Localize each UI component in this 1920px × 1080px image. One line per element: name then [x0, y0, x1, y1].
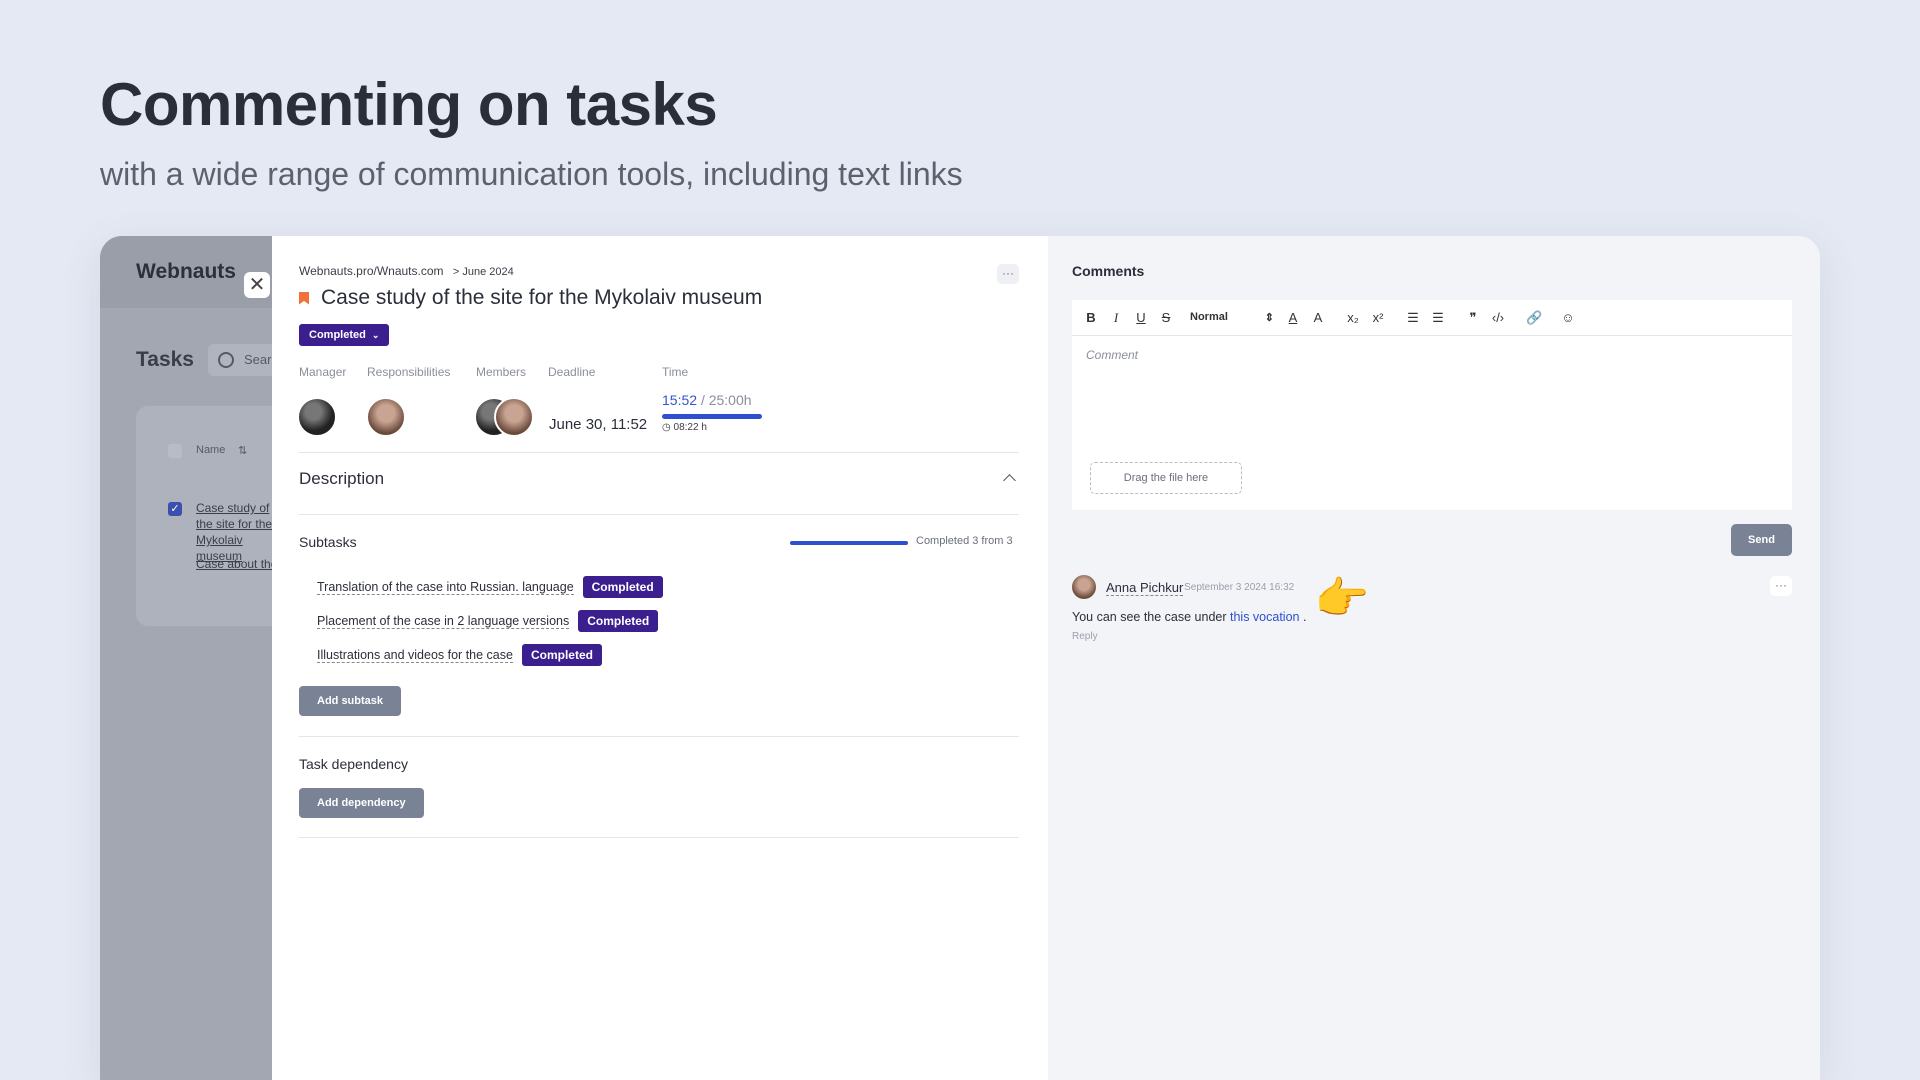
status-badge[interactable]: Completed	[582, 576, 663, 598]
dependency-title: Task dependency	[299, 756, 408, 772]
status-badge[interactable]: Completed	[521, 644, 602, 666]
breadcrumb-project[interactable]: Webnauts.pro/Wnauts.com	[299, 264, 444, 278]
comment-more-button[interactable]: ···	[1770, 576, 1792, 596]
table-row[interactable]: Case about the	[196, 556, 272, 572]
app-window: Webnauts Tasks Search Name ⇅ ✓ Case stud…	[100, 236, 1820, 1080]
subtask-label[interactable]: Translation of the case into Russian. la…	[317, 580, 574, 595]
divider	[299, 452, 1019, 453]
manager-label: Manager	[299, 365, 347, 379]
avatar[interactable]	[1072, 575, 1096, 599]
pointing-hand-icon: 👈	[1316, 574, 1371, 623]
send-button[interactable]: Send	[1731, 524, 1792, 556]
subtasks-progress: Completed 3 from 3	[916, 535, 1013, 547]
quote-icon[interactable]: ❞	[1466, 310, 1480, 326]
code-icon[interactable]: ‹/›	[1491, 310, 1505, 325]
status-label: Completed	[309, 329, 366, 341]
search-placeholder: Search	[244, 352, 272, 367]
divider	[299, 837, 1019, 838]
text-format-select[interactable]: Normal ⇕	[1190, 311, 1274, 324]
subtasks-progress-bar	[790, 541, 908, 545]
emoji-icon[interactable]: ☺	[1561, 310, 1575, 325]
manager-avatar[interactable]	[297, 397, 337, 437]
tasks-heading: Tasks	[136, 348, 194, 371]
highlight-icon[interactable]: A	[1311, 310, 1325, 325]
breadcrumb-date[interactable]: > June 2024	[453, 266, 514, 278]
ordered-list-icon[interactable]: ☰	[1406, 310, 1420, 326]
bookmark-icon[interactable]	[299, 291, 309, 305]
reply-link[interactable]: Reply	[1072, 631, 1098, 642]
breadcrumb: Webnauts.pro/Wnauts.com > June 2024	[299, 264, 514, 278]
table-row[interactable]: Case study of the site for the Mykolaiv …	[196, 500, 272, 564]
deadline-value[interactable]: June 30, 11:52	[549, 416, 647, 433]
task-panel: Webnauts.pro/Wnauts.com > June 2024 ··· …	[272, 236, 1048, 1080]
responsible-avatar[interactable]	[366, 397, 406, 437]
deadline-label: Deadline	[548, 365, 596, 379]
subtask-item[interactable]: Translation of the case into Russian. la…	[317, 576, 663, 598]
text-color-icon[interactable]: A	[1286, 310, 1300, 325]
background-app: Webnauts Tasks Search Name ⇅ ✓ Case stud…	[100, 236, 272, 1080]
select-all-checkbox[interactable]	[168, 444, 182, 458]
subtask-item[interactable]: Illustrations and videos for the case Co…	[317, 644, 602, 666]
file-dropzone[interactable]: Drag the file here	[1090, 462, 1242, 494]
time-tracked: ◷ 08:22 h	[662, 422, 707, 433]
row-checkbox[interactable]: ✓	[168, 502, 182, 516]
comments-title: Comments	[1072, 263, 1145, 279]
comment-text: You can see the case under this vocation…	[1072, 610, 1307, 624]
link-icon[interactable]: 🔗	[1526, 310, 1542, 326]
comments-panel: Comments B I U S Normal ⇕ A A x₂ x² ☰ ☰ ❞…	[1048, 236, 1820, 1080]
responsibilities-label: Responsibilities	[367, 365, 451, 379]
close-icon[interactable]: ✕	[244, 272, 270, 298]
underline-icon[interactable]: U	[1134, 310, 1148, 325]
subtask-label[interactable]: Illustrations and videos for the case	[317, 648, 513, 663]
members-label: Members	[476, 365, 527, 379]
chevron-down-icon: ⌄	[371, 330, 380, 340]
column-header-name[interactable]: Name	[196, 444, 225, 456]
task-more-button[interactable]: ···	[997, 264, 1019, 284]
task-table: Name ⇅ ✓ Case study of the site for the …	[136, 406, 272, 626]
description-title[interactable]: Description	[299, 469, 384, 489]
task-title: Case study of the site for the Mykolaiv …	[299, 286, 762, 310]
status-dropdown[interactable]: Completed ⌄	[299, 324, 390, 346]
bullet-list-icon[interactable]: ☰	[1431, 310, 1445, 326]
time-spent: 15:52	[662, 392, 698, 408]
comment-author[interactable]: Anna Pichkur	[1106, 580, 1184, 596]
member-avatar[interactable]	[494, 397, 534, 437]
subscript-icon[interactable]: x₂	[1346, 310, 1360, 325]
bold-icon[interactable]: B	[1084, 310, 1098, 325]
search-input[interactable]: Search	[208, 344, 272, 376]
subtasks-title: Subtasks	[299, 534, 357, 550]
add-dependency-button[interactable]: Add dependency	[299, 788, 424, 818]
status-badge[interactable]: Completed	[578, 610, 659, 632]
divider	[299, 736, 1019, 737]
subtask-label[interactable]: Placement of the case in 2 language vers…	[317, 614, 570, 629]
task-title-text: Case study of the site for the Mykolaiv …	[321, 286, 763, 309]
strikethrough-icon[interactable]: S	[1159, 310, 1173, 325]
comment-link[interactable]: this vocation	[1230, 610, 1299, 624]
time-label: Time	[662, 365, 689, 379]
superscript-icon[interactable]: x²	[1371, 310, 1385, 325]
editor-toolbar: B I U S Normal ⇕ A A x₂ x² ☰ ☰ ❞ ‹/› 🔗 ☺	[1072, 300, 1792, 336]
page-title: Commenting on tasks	[100, 71, 718, 138]
divider	[299, 514, 1019, 515]
brand-logo: Webnauts	[136, 260, 236, 283]
search-icon	[218, 352, 234, 368]
comment-input[interactable]: Comment	[1086, 348, 1138, 362]
add-subtask-button[interactable]: Add subtask	[299, 686, 402, 716]
comment-editor[interactable]: B I U S Normal ⇕ A A x₂ x² ☰ ☰ ❞ ‹/› 🔗 ☺ …	[1072, 300, 1792, 510]
chevron-up-icon[interactable]	[1003, 474, 1016, 487]
sort-icon[interactable]: ⇅	[238, 444, 247, 457]
time-progress-bar	[662, 414, 762, 419]
page-subtitle: with a wide range of communication tools…	[100, 156, 963, 192]
comment-date: · September 3 2024 16:32	[1178, 582, 1295, 593]
time-value[interactable]: 15:52 / 25:00h	[662, 392, 752, 408]
time-total: / 25:00h	[700, 392, 752, 408]
italic-icon[interactable]: I	[1109, 310, 1123, 326]
subtask-item[interactable]: Placement of the case in 2 language vers…	[317, 610, 659, 632]
